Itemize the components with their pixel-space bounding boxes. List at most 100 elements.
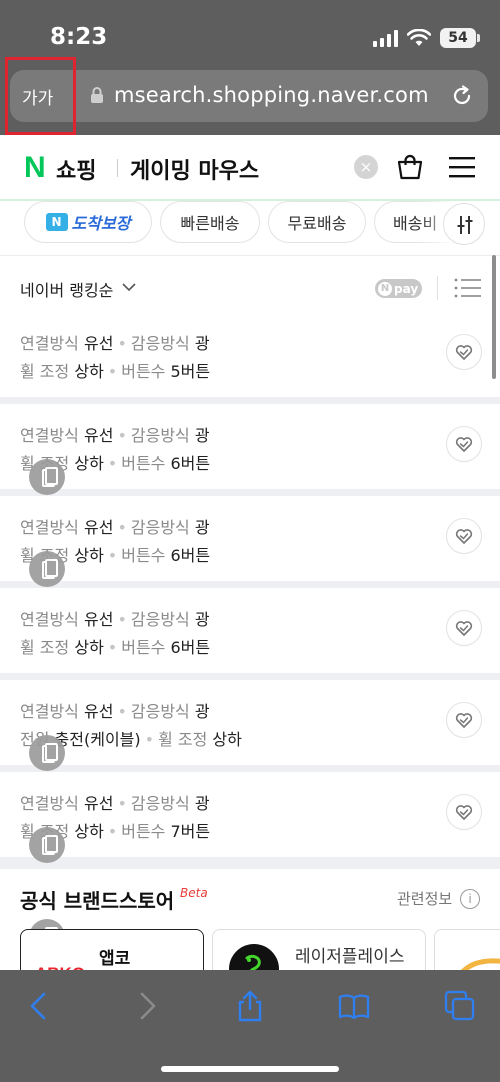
spec-value: 6버튼 xyxy=(170,546,211,565)
product-spec-line: 휠 조정 상하•버튼수 6버튼 xyxy=(20,634,210,658)
copy-icon[interactable] xyxy=(29,551,65,587)
product-item[interactable]: 연결방식 유선•감응방식 광휠 조정 상하•버튼수 6버튼 xyxy=(0,404,500,489)
product-spec-line: 휠 조정 상하 • 버튼수 5버튼 xyxy=(20,358,210,382)
spec-value: 5버튼 xyxy=(170,362,211,381)
share-icon[interactable] xyxy=(234,990,266,1022)
product-item[interactable]: 연결방식 유선•감응방식 광전원 충전(케이블)•휠 조정 상하 xyxy=(0,680,500,765)
copy-icon[interactable] xyxy=(29,735,65,771)
search-query[interactable]: 게이밍 마우스 xyxy=(130,153,259,185)
spec-value: 충전(케이블) xyxy=(54,730,141,749)
spec-key: 버튼수 xyxy=(121,546,166,565)
sort-dropdown[interactable]: 네이버 랭킹순 xyxy=(20,277,113,301)
battery-indicator: 54 xyxy=(440,28,480,48)
heart-icon xyxy=(455,713,473,728)
bookmarks-icon[interactable] xyxy=(338,990,370,1022)
spec-key: 버튼수 xyxy=(121,638,166,657)
status-time: 8:23 xyxy=(50,24,108,50)
separator-dot: • xyxy=(117,610,127,629)
spec-value: 광 xyxy=(194,426,210,445)
spec-value: 광 xyxy=(194,794,210,813)
spec-key: 감응방식 xyxy=(130,426,190,445)
list-view-icon[interactable] xyxy=(454,277,482,299)
wishlist-button[interactable] xyxy=(446,426,482,462)
chip-free-delivery[interactable]: 무료배송 xyxy=(268,201,366,243)
spec-key: 버튼수 xyxy=(121,362,166,381)
spec-value: 상하 xyxy=(74,822,104,841)
spec-key: 버튼수 xyxy=(121,822,166,841)
product-item[interactable]: 연결방식 유선 • 감응방식 광휠 조정 상하 • 버튼수 5버튼 xyxy=(0,312,500,397)
filter-button[interactable] xyxy=(443,203,485,245)
site-header: N 쇼핑 게이밍 마우스 × xyxy=(0,135,500,199)
spec-value: 상하 xyxy=(74,546,104,565)
product-spec-line: 연결방식 유선 • 감응방식 광 xyxy=(20,698,210,722)
spec-key: 휠 조정 xyxy=(20,638,70,657)
beta-badge: Beta xyxy=(180,886,208,900)
product-item[interactable]: 연결방식 유선•감응방식 광휠 조정 상하•버튼수 7버튼 xyxy=(0,772,500,857)
spec-value: 상하 xyxy=(74,362,104,381)
chevron-down-icon[interactable] xyxy=(121,281,137,293)
chip-arrival-guarantee[interactable]: N 도착보장 xyxy=(24,201,152,243)
separator-dot: • xyxy=(107,546,118,565)
header-divider xyxy=(117,159,118,177)
chip-label: 도착보장 xyxy=(71,214,131,233)
chip-fast-delivery[interactable]: 빠른배송 xyxy=(160,201,260,243)
separator-dot: • xyxy=(107,362,118,381)
separator-dot: • xyxy=(117,426,127,445)
shopping-title[interactable]: 쇼핑 xyxy=(56,153,96,185)
spec-value: 상하 xyxy=(212,730,242,749)
wishlist-button[interactable] xyxy=(446,518,482,554)
npay-label: pay xyxy=(394,281,419,296)
separator-dot: • xyxy=(117,794,127,813)
spec-key: 연결방식 xyxy=(20,794,79,813)
product-spec-line: 연결방식 유선 • 감응방식 광 xyxy=(20,606,210,630)
spec-value: 유선 xyxy=(83,334,114,353)
spec-key: 휠 조정 xyxy=(158,730,208,749)
spec-key: 감응방식 xyxy=(130,518,190,537)
scrollbar[interactable] xyxy=(492,255,496,379)
cellular-signal-icon xyxy=(373,29,398,47)
clear-search-button[interactable]: × xyxy=(354,155,378,179)
separator-dot: • xyxy=(117,334,127,353)
forward-icon[interactable] xyxy=(130,990,162,1022)
info-icon[interactable]: i xyxy=(460,889,480,909)
separator-dot: • xyxy=(107,822,118,841)
filter-chips: N 도착보장 빠른배송 무료배송 배송비 xyxy=(0,201,500,245)
spec-value: 6버튼 xyxy=(170,638,211,657)
reload-icon[interactable] xyxy=(450,84,474,108)
menu-icon[interactable] xyxy=(448,155,476,179)
item-separator xyxy=(0,857,500,869)
product-spec-line: 연결방식 유선 • 감응방식 광 xyxy=(20,422,210,446)
spec-key: 연결방식 xyxy=(20,426,79,445)
wishlist-button[interactable] xyxy=(446,610,482,646)
wishlist-button[interactable] xyxy=(446,702,482,738)
npay-logo-icon: N xyxy=(378,281,392,296)
filter-sliders-icon xyxy=(457,216,473,234)
home-indicator[interactable] xyxy=(161,1066,339,1072)
spec-value: 광 xyxy=(194,610,210,629)
divider xyxy=(437,276,438,300)
tabs-icon[interactable] xyxy=(444,990,476,1022)
separator-dot: • xyxy=(144,730,155,749)
spec-value: 상하 xyxy=(74,638,104,657)
heart-icon xyxy=(455,437,473,452)
spec-value: 유선 xyxy=(83,426,114,445)
spec-key: 감응방식 xyxy=(130,702,190,721)
copy-icon[interactable] xyxy=(29,827,65,863)
related-info-link[interactable]: 관련정보 xyxy=(397,888,452,909)
npay-filter[interactable]: N pay xyxy=(375,279,422,298)
url-text[interactable]: msearch.shopping.naver.com xyxy=(114,83,429,107)
cart-icon[interactable] xyxy=(396,153,424,181)
heart-icon xyxy=(455,621,473,636)
spec-value: 7버튼 xyxy=(170,822,211,841)
wishlist-button[interactable] xyxy=(446,334,482,370)
spec-value: 유선 xyxy=(83,518,114,537)
back-icon[interactable] xyxy=(24,990,56,1022)
spec-key: 휠 조정 xyxy=(20,362,70,381)
url-bar[interactable]: 가가 msearch.shopping.naver.com xyxy=(10,70,488,122)
spec-value: 광 xyxy=(194,702,210,721)
wishlist-button[interactable] xyxy=(446,794,482,830)
product-item[interactable]: 연결방식 유선•감응방식 광휠 조정 상하•버튼수 6버튼 xyxy=(0,496,500,581)
naver-logo[interactable]: N xyxy=(24,151,46,185)
copy-icon[interactable] xyxy=(29,459,65,495)
product-item[interactable]: 연결방식 유선•감응방식 광휠 조정 상하•버튼수 6버튼 xyxy=(0,588,500,673)
